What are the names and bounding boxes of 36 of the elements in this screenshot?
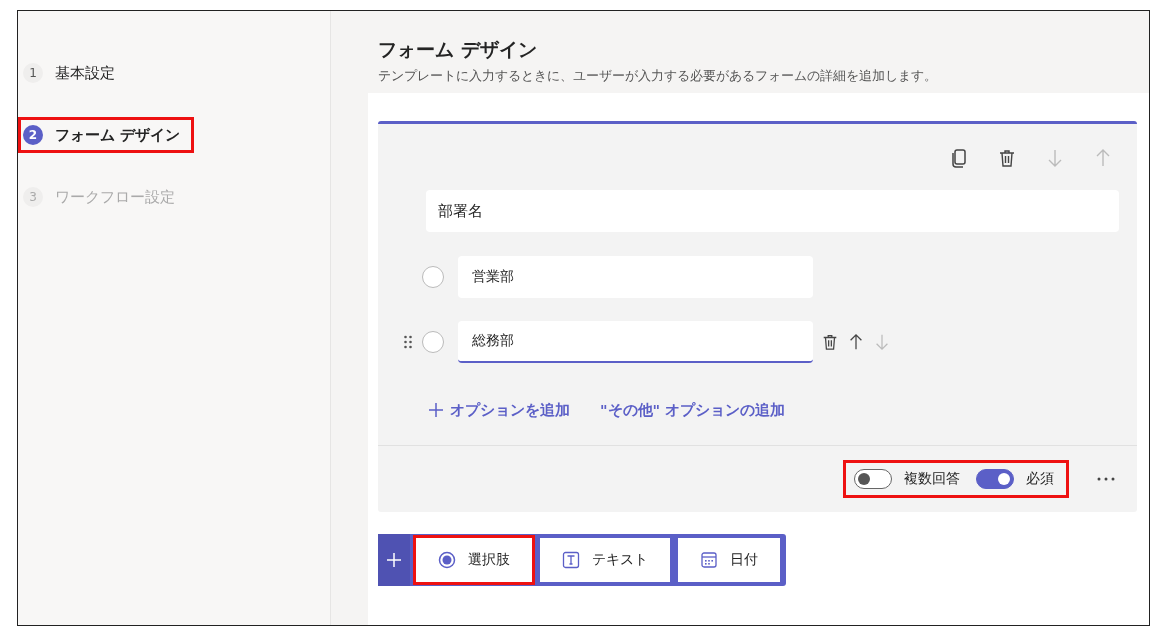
- arrow-up-icon[interactable]: [847, 332, 865, 352]
- trash-icon[interactable]: [821, 332, 839, 352]
- radio-circle: [422, 266, 444, 288]
- add-other-option-link[interactable]: "その他" オプションの追加: [600, 400, 786, 420]
- step-number: 1: [23, 63, 43, 83]
- question-title-field[interactable]: 部署名: [426, 190, 1119, 232]
- calendar-icon: [700, 551, 718, 569]
- page-title: フォーム デザイン: [378, 37, 538, 62]
- toggle-switch[interactable]: [976, 469, 1014, 489]
- plus-icon[interactable]: [428, 402, 444, 418]
- toggle-switch[interactable]: [854, 469, 892, 489]
- step-label: フォーム デザイン: [55, 125, 181, 145]
- plus-icon: [386, 552, 402, 568]
- step-item[interactable]: 1 基本設定: [18, 55, 194, 91]
- copy-icon[interactable]: [949, 148, 969, 168]
- add-question-button[interactable]: [378, 534, 410, 586]
- option-field[interactable]: 営業部: [458, 256, 813, 298]
- page-subtitle: テンプレートに入力するときに、ユーザーが入力する必要があるフォームの詳細を追加します。: [378, 67, 938, 85]
- step-item[interactable]: 2 フォーム デザイン: [18, 117, 194, 153]
- radio-circle: [422, 331, 444, 353]
- add-option-link[interactable]: オプションを追加: [450, 400, 570, 420]
- text-icon: [562, 551, 580, 569]
- toggle-label: 複数回答: [904, 470, 960, 488]
- step-number: 2: [23, 125, 43, 145]
- step-number: 3: [23, 187, 43, 207]
- toggle-label: 必須: [1026, 470, 1054, 488]
- radio-icon: [438, 551, 456, 569]
- drag-handle-icon[interactable]: [404, 335, 412, 349]
- question-type-button[interactable]: 日付: [675, 535, 783, 585]
- more-options-icon[interactable]: [1097, 477, 1115, 481]
- trash-icon[interactable]: [997, 148, 1017, 168]
- question-type-button[interactable]: 選択肢: [413, 535, 535, 585]
- option-field[interactable]: 総務部: [458, 321, 813, 363]
- step-label: ワークフロー設定: [55, 187, 175, 207]
- step-label: 基本設定: [55, 63, 115, 83]
- question-type-button[interactable]: テキスト: [537, 535, 673, 585]
